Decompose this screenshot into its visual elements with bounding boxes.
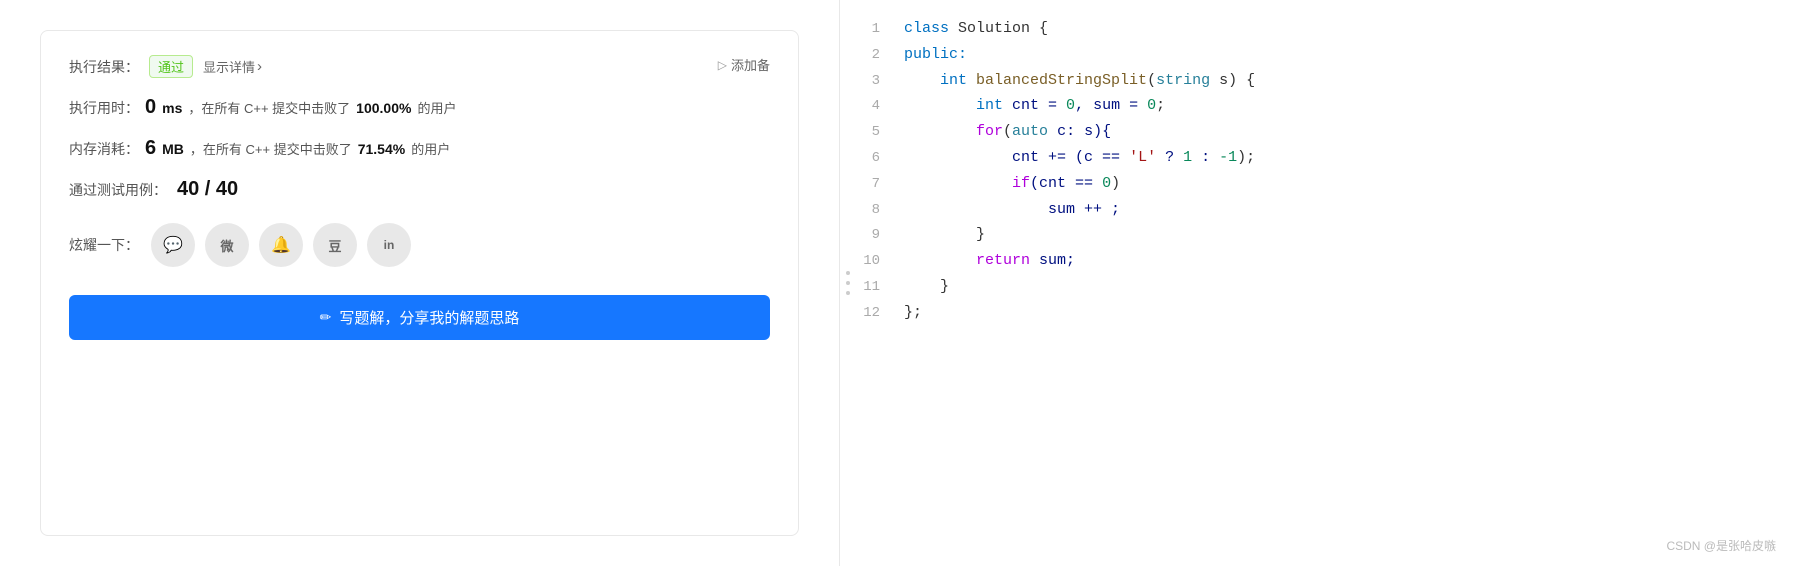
result-card: 执行结果： 通过 显示详情 添加备 执行用时： 0 ms ，在所有 C++ 提交… [40,30,799,536]
time-label: 执行用时： [69,98,139,118]
mem-desc: ，在所有 C++ 提交中击败了 [190,139,352,158]
test-count: 40 / 40 [177,178,238,201]
pass-badge: 通过 [149,55,193,78]
line-number: 4 [856,95,904,119]
line-number: 1 [856,18,904,42]
code-line: 4 int cnt = 0, sum = 0; [856,93,1796,119]
right-panel: 1class Solution {2public:3 int balancedS… [856,0,1796,566]
dot-2 [846,281,850,285]
result-row-memory: 内存消耗： 6 MB ，在所有 C++ 提交中击败了 71.54% 的用户 [69,137,770,160]
code-line: 1class Solution { [856,16,1796,42]
show-detail-link[interactable]: 显示详情 [203,57,262,76]
mem-value: 6 [145,137,156,160]
line-content: sum ++ ; [904,197,1776,223]
code-container: 1class Solution {2public:3 int balancedS… [856,0,1796,342]
code-line: 2public: [856,42,1796,68]
result-row-tests: 通过测试用例： 40 / 40 [69,178,770,201]
code-line: 6 cnt += (c == 'L' ? 1 : -1); [856,145,1796,171]
add-note-button[interactable]: 添加备 [718,55,770,74]
write-solution-button[interactable]: 写题解，分享我的解题思路 [69,295,770,340]
line-content: for(auto c: s){ [904,119,1776,145]
result-label: 执行结果： [69,57,139,77]
line-number: 8 [856,199,904,223]
time-value: 0 [145,96,156,119]
mem-percent: 71.54% [358,141,405,157]
mem-suffix: 的用户 [411,139,450,158]
time-desc: ，在所有 C++ 提交中击败了 [188,98,350,117]
line-content: return sum; [904,248,1776,274]
line-content: }; [904,300,1776,326]
time-suffix: 的用户 [417,98,456,117]
share-label: 炫耀一下： [69,235,139,255]
code-line: 5 for(auto c: s){ [856,119,1796,145]
mem-label: 内存消耗： [69,139,139,159]
code-line: 8 sum ++ ; [856,197,1796,223]
line-number: 5 [856,121,904,145]
line-number: 9 [856,224,904,248]
left-panel: 执行结果： 通过 显示详情 添加备 执行用时： 0 ms ，在所有 C++ 提交… [0,0,840,566]
center-divider [840,0,856,566]
line-content: class Solution { [904,16,1776,42]
code-line: 10 return sum; [856,248,1796,274]
line-number: 12 [856,302,904,326]
linkedin-button[interactable]: in [367,223,411,267]
code-line: 3 int balancedStringSplit(string s) { [856,68,1796,94]
line-number: 3 [856,70,904,94]
result-row-status: 执行结果： 通过 显示详情 添加备 [69,55,770,78]
dot-3 [846,291,850,295]
line-content: if(cnt == 0) [904,171,1776,197]
line-content: int cnt = 0, sum = 0; [904,93,1776,119]
line-content: } [904,274,1776,300]
mem-unit: MB [162,141,184,157]
line-content: } [904,222,1776,248]
line-content: int balancedStringSplit(string s) { [904,68,1776,94]
test-label: 通过测试用例： [69,180,167,200]
bell-button[interactable]: 🔔 [259,223,303,267]
line-number: 7 [856,173,904,197]
code-line: 12}; [856,300,1796,326]
time-percent: 100.00% [356,100,411,116]
wechat-button[interactable]: 💬 [151,223,195,267]
douban-button[interactable]: 豆 [313,223,357,267]
share-row: 炫耀一下： 💬 微 🔔 豆 in [69,223,770,267]
watermark: CSDN @是张哈皮嗾 [1666,537,1776,554]
time-unit: ms [162,100,182,116]
code-line: 7 if(cnt == 0) [856,171,1796,197]
line-content: public: [904,42,1776,68]
dot-1 [846,271,850,275]
code-line: 9 } [856,222,1796,248]
line-number: 11 [856,276,904,300]
line-number: 10 [856,250,904,274]
result-row-time: 执行用时： 0 ms ，在所有 C++ 提交中击败了 100.00% 的用户 [69,96,770,119]
code-line: 11 } [856,274,1796,300]
line-content: cnt += (c == 'L' ? 1 : -1); [904,145,1776,171]
line-number: 2 [856,44,904,68]
line-number: 6 [856,147,904,171]
social-icons: 💬 微 🔔 豆 in [151,223,411,267]
weibo-button[interactable]: 微 [205,223,249,267]
